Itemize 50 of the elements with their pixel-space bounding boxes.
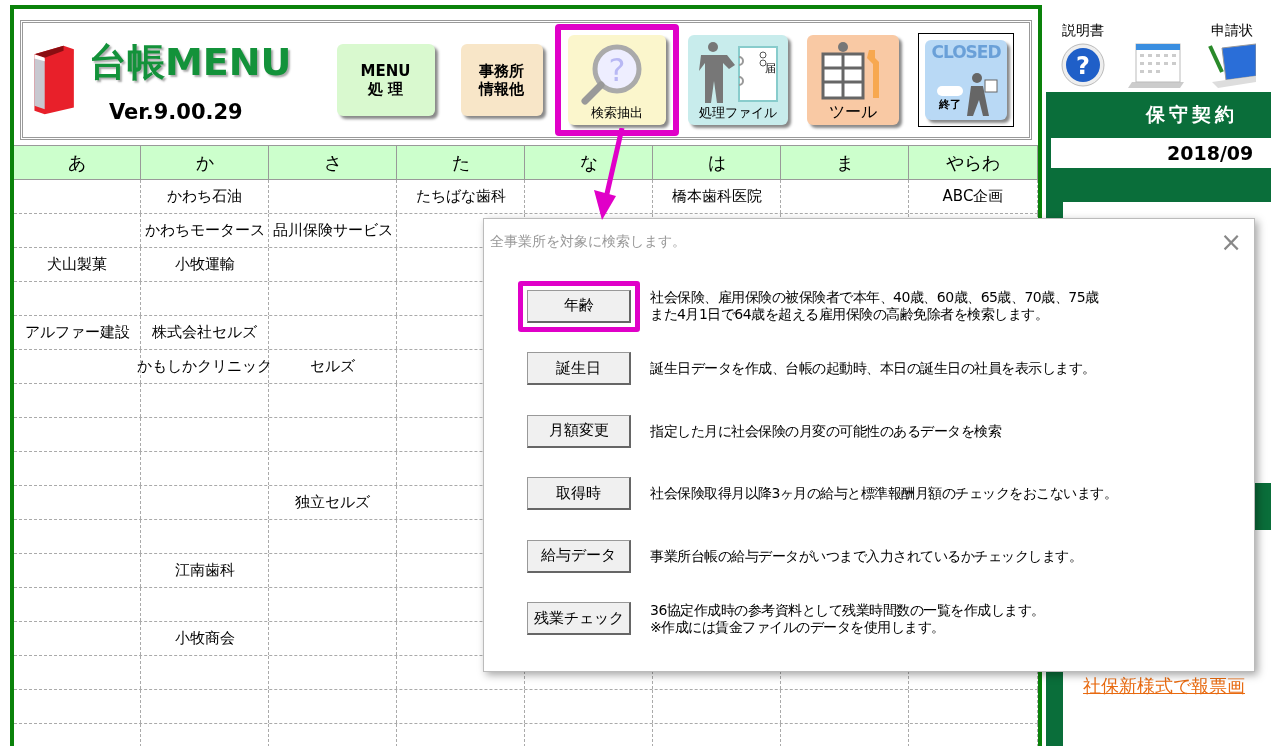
column-header[interactable]: た (397, 146, 525, 179)
toolbar-button[interactable]: ? 検索抽出 (568, 35, 666, 125)
app-title: 台帳MENU (89, 38, 292, 86)
table-cell[interactable]: かわち石油 (141, 180, 269, 213)
toolbar-button[interactable]: MENU 処 理 (336, 44, 435, 116)
table-cell[interactable]: 独立セルズ (269, 486, 397, 519)
table-cell[interactable]: ABC企画 (909, 180, 1038, 213)
table-cell[interactable]: アルファー建設 (14, 316, 141, 349)
date-field: 2018/09 (1051, 138, 1271, 168)
table-cell[interactable]: セルズ (269, 350, 397, 383)
column-header[interactable]: ま (781, 146, 909, 179)
toolbar-button[interactable]: 事務所 情報他 (460, 44, 543, 116)
toolbar-button[interactable]: ツール (807, 35, 899, 125)
option-button[interactable]: 月額変更 (527, 414, 631, 448)
table-cell[interactable]: 江南歯科 (141, 554, 269, 587)
icon-label: 申請状 (1211, 22, 1253, 40)
column-header[interactable]: な (525, 146, 653, 179)
table-cell[interactable]: かわちモータース (141, 214, 269, 247)
column-header[interactable]: やらわ (909, 146, 1038, 179)
description-text: 誕生日データを作成、台帳の起動時、本日の誕生日の社員を表示します。 (650, 360, 1096, 378)
banner-title: 保守契約 (1144, 102, 1239, 127)
table-cell[interactable]: 小牧運輸 (141, 248, 269, 281)
description-text: 36協定作成時の参考資料として残業時間数の一覧を作成します。 ※作成には賃金ファイルのデータを使用します。 (650, 601, 1045, 636)
table-cell[interactable]: 株式会社セルズ (141, 316, 269, 349)
column-header[interactable]: か (141, 146, 269, 179)
laptop-with-pencil-icon (1208, 42, 1256, 88)
option-button[interactable]: 誕生日 (527, 352, 631, 386)
help-icon: ? (1060, 42, 1106, 88)
option-button[interactable]: 年齢 (527, 289, 631, 323)
icon-label: 説明書 (1062, 22, 1104, 40)
column-header[interactable]: は (653, 146, 781, 179)
description-text: 社会保険、雇用保険の被保険者で本年、40歳、60歳、65歳、70歳、75歳 また4月1日で64歳を超える雇用保険の高齢免除者を検索します。 (650, 289, 1099, 324)
description-text: 事業所台帳の給与データがいつまで入力されているかチェックします。 (650, 547, 1082, 565)
table-cell[interactable]: 品川保険サービス (269, 214, 397, 247)
option-button[interactable]: 残業チェック (527, 602, 631, 636)
table-cell[interactable]: 橋本歯科医院 (653, 180, 781, 213)
column-header[interactable]: あ (14, 146, 141, 179)
toolbar-button[interactable]: CLOSED 終了 (925, 40, 1007, 120)
description-text: 指定した月に社会保険の月変の可能性のあるデータを検索 (650, 422, 1001, 440)
dialog-title: 全事業所を対象に検索します。 (490, 233, 686, 251)
table-cell[interactable]: 犬山製菓 (14, 248, 141, 281)
table-cell[interactable]: たちばな歯科 (397, 180, 525, 213)
description-text: 社会保険取得月以降3ヶ月の給与と標準報酬月額のチェックをおこないます。 (650, 485, 1118, 503)
option-button[interactable]: 取得時 (527, 477, 631, 511)
version-label: Ver.9.00.29 (109, 99, 244, 124)
toolbar-button[interactable]: 届 処理ファイル (688, 35, 788, 125)
column-header[interactable]: さ (269, 146, 397, 179)
close-button[interactable]: × (1220, 229, 1242, 255)
option-button[interactable]: 給与データ (527, 539, 631, 573)
table-cell[interactable]: 小牧商会 (141, 622, 269, 655)
